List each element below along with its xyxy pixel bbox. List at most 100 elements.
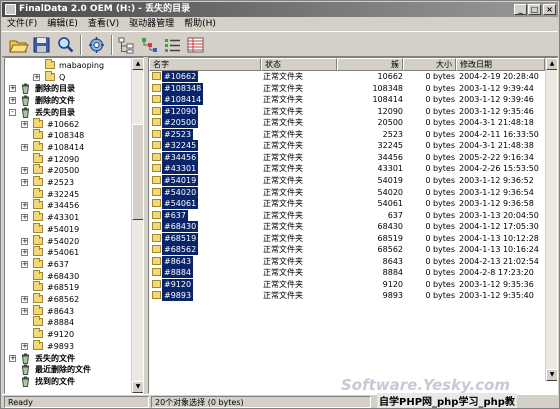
list-row[interactable]: #108414 正常文件夹 108414 0 bytes 2003-1-12 9:39:… (149, 94, 545, 106)
list-row[interactable]: #8643 正常文件夹 8643 0 bytes 2004-2-13 21:02:54 (149, 255, 545, 268)
list-row[interactable]: #20500 正常文件夹 20500 0 bytes 2004-3-1 21:48:18 (149, 117, 545, 129)
tree-item[interactable]: 找到的文件 (5, 376, 132, 387)
details-view-button[interactable] (185, 35, 206, 55)
tree-item[interactable]: + #68562 (5, 293, 132, 305)
expand-icon[interactable]: + (21, 179, 28, 186)
list-row[interactable]: #43301 正常文件夹 43301 0 bytes 2004-2-26 15:53:5… (149, 163, 545, 175)
tree-item[interactable]: + Q (5, 70, 132, 83)
expand-icon[interactable]: + (9, 85, 16, 93)
tree-item[interactable]: mabaoping (5, 59, 132, 71)
list-row[interactable]: #108348 正常文件夹 108348 0 bytes 2003-1-12 9:39:… (149, 82, 545, 95)
tree-item[interactable]: + 删除的文件 (5, 95, 132, 107)
list-row[interactable]: #54019 正常文件夹 54019 0 bytes 2003-1-12 9:36:52 (149, 174, 545, 187)
expand-icon[interactable]: + (21, 202, 28, 210)
tree-scrollbar[interactable]: ▲ ▼ (131, 58, 143, 393)
expand-icon[interactable]: + (21, 249, 28, 257)
menu-drive-manage[interactable]: 驱动器管理 (124, 18, 179, 31)
tree-item[interactable]: + #34456 (5, 199, 132, 211)
close-button[interactable]: × (543, 4, 556, 15)
tree-item[interactable]: + 丢失的文件 (5, 353, 132, 364)
col-date-header[interactable]: 修改日期 (456, 58, 545, 71)
list-row[interactable]: #2523 正常文件夹 2523 0 bytes 2004-2-11 16:33:50 (149, 128, 545, 141)
list-row[interactable]: #34456 正常文件夹 34456 0 bytes 2005-2-22 9:16:34 (149, 151, 545, 164)
list-row[interactable]: #68519 正常文件夹 68519 0 bytes 2004-1-13 10:12:2… (149, 232, 545, 245)
tree-view-button[interactable] (116, 35, 137, 55)
folder-icon (152, 222, 161, 231)
expand-icon[interactable]: + (21, 342, 28, 350)
scroll-down-button[interactable]: ▼ (132, 381, 143, 393)
maximize-button[interactable]: □ (528, 4, 541, 15)
col-cluster-header[interactable]: 簇 (337, 58, 403, 71)
tree-item[interactable]: + #10662 (5, 117, 132, 130)
tree-item[interactable]: + #20500 (5, 164, 132, 176)
tree-item[interactable]: + 删除的目录 (5, 83, 132, 95)
tree-item[interactable]: #68430 (5, 269, 132, 282)
tree-item[interactable]: + #43301 (5, 211, 132, 223)
expand-icon[interactable]: + (21, 143, 28, 151)
expand-icon[interactable]: + (21, 296, 28, 303)
tree-item[interactable]: #32245 (5, 187, 132, 200)
list-row[interactable]: #12090 正常文件夹 12090 0 bytes 2003-1-12 9:35:46 (149, 105, 545, 118)
expand-icon[interactable]: + (21, 237, 28, 245)
tree-item[interactable]: #9120 (5, 328, 132, 340)
tree-item[interactable]: #12090 (5, 152, 132, 165)
expand-icon[interactable]: + (21, 120, 28, 128)
cluster-view-button[interactable] (139, 35, 160, 55)
tree-item[interactable]: #108348 (5, 129, 132, 141)
menu-edit[interactable]: 编辑(E) (42, 18, 83, 31)
settings-button[interactable] (86, 35, 107, 55)
list-row[interactable]: #54061 正常文件夹 54061 0 bytes 2003-1-12 9:36:58 (149, 198, 545, 210)
col-name-header[interactable]: 名字 (149, 58, 261, 71)
tree-item[interactable]: + #108414 (5, 140, 132, 153)
expand-icon[interactable]: + (21, 307, 28, 315)
list-row[interactable]: #9120 正常文件夹 9120 0 bytes 2003-1-12 9:35:36 (149, 278, 545, 291)
tree-item-label: #68562 (47, 295, 80, 304)
menu-file[interactable]: 文件(F) (2, 18, 42, 31)
list-view-button[interactable] (162, 35, 183, 55)
list-row[interactable]: #10662 正常文件夹 10662 0 bytes 2004-2-19 20:28:4… (149, 71, 545, 83)
expand-icon[interactable]: + (33, 73, 40, 81)
scroll-up-button[interactable]: ▲ (132, 58, 143, 70)
find-button[interactable] (55, 35, 76, 55)
expand-icon[interactable]: + (21, 260, 28, 268)
list-row[interactable]: #32245 正常文件夹 32245 0 bytes 2004-3-1 21:48:38 (149, 140, 545, 152)
list-row[interactable]: #54020 正常文件夹 54020 0 bytes 2003-1-12 9:36:54 (149, 186, 545, 199)
col-status-header[interactable]: 状态 (261, 58, 337, 71)
list-scrollbar[interactable]: ▲ ▼ (545, 58, 557, 381)
list-row[interactable]: #68430 正常文件夹 68430 0 bytes 2004-1-12 17:05:3… (149, 221, 545, 233)
tree-item[interactable]: #54019 (5, 222, 132, 235)
folder-icon (33, 339, 43, 350)
tree-item[interactable]: 最近删除的文件 (5, 364, 132, 376)
list-row[interactable]: #68562 正常文件夹 68562 0 bytes 2004-1-13 10:16:2… (149, 244, 545, 256)
minimize-button[interactable]: _ (514, 4, 527, 15)
tree-item[interactable]: + #2523 (5, 176, 132, 188)
tree-item[interactable]: #68519 (5, 281, 132, 293)
list-row[interactable]: #8884 正常文件夹 8884 0 bytes 2004-2-8 17:23:20 (149, 267, 545, 279)
expand-icon[interactable]: + (21, 214, 28, 222)
menu-view[interactable]: 查看(V) (83, 18, 124, 31)
tree-item[interactable]: - 丢失的目录 (5, 107, 132, 118)
row-name: #10662 (162, 71, 199, 82)
expand-icon[interactable]: + (21, 167, 28, 175)
tree-item-label: Q (59, 72, 66, 82)
collapse-icon[interactable]: - (9, 108, 16, 116)
menu-help[interactable]: 帮助(H) (179, 18, 221, 31)
list-scroll-down-button[interactable]: ▼ (546, 369, 557, 381)
col-size-header[interactable]: 大小 (403, 58, 456, 71)
expand-icon[interactable]: + (9, 354, 16, 362)
list-scroll-up-button[interactable]: ▲ (546, 58, 557, 70)
save-button[interactable] (31, 35, 52, 55)
scroll-thumb[interactable] (132, 124, 143, 220)
tree-item[interactable]: + #637 (5, 257, 132, 270)
list-row[interactable]: #9893 正常文件夹 9893 0 bytes 2003-1-12 9:35:40 (149, 290, 545, 302)
open-folder-button[interactable] (8, 35, 29, 55)
tree-item[interactable]: + #8643 (5, 304, 132, 317)
tree-item[interactable]: #8884 (5, 316, 132, 328)
expand-icon[interactable]: + (9, 97, 16, 105)
tree-item[interactable]: + #9893 (5, 339, 132, 352)
row-cluster: 8643 (382, 256, 403, 266)
list-row[interactable]: #637 正常文件夹 637 0 bytes 2003-1-13 20:04:50 (149, 209, 545, 222)
tree-item[interactable]: + #54020 (5, 234, 132, 247)
tree-item[interactable]: + #54061 (5, 246, 132, 258)
title-bar[interactable]: FinalData 2.0 OEM (H:) - 丢失的目录 _ □ × (2, 2, 558, 17)
